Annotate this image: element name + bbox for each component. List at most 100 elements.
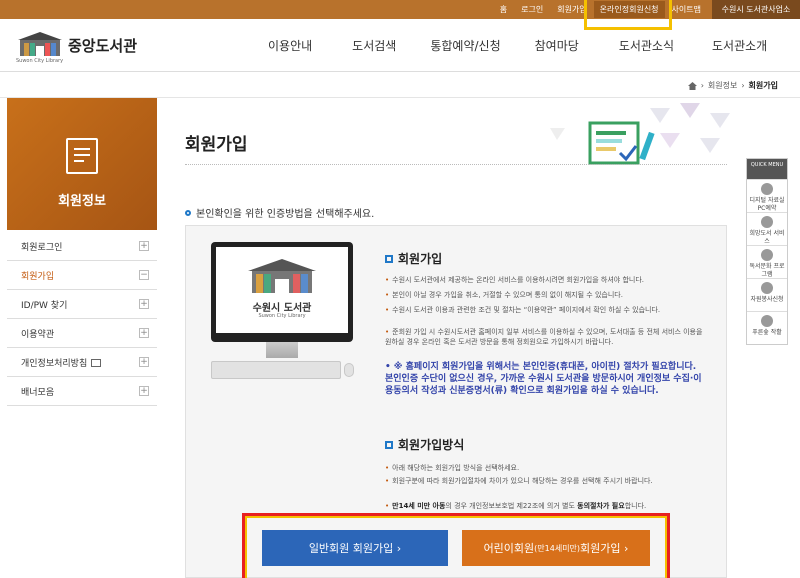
expand-icon: +	[139, 328, 149, 338]
book-icon	[761, 216, 773, 228]
section-title-text: 회원가입방식	[398, 438, 465, 452]
sidebar-item-label: 배너모음	[21, 387, 55, 398]
expand-icon: +	[139, 357, 149, 367]
list-item-text: 본인이 아닐 경우 가입을 취소, 거절할 수 있으며 통의 없이 해지될 수 …	[392, 291, 623, 299]
expand-icon: +	[139, 241, 149, 251]
branch-link[interactable]: 수원시 도서관사업소	[712, 0, 800, 19]
sidebar-header: 회원정보	[7, 98, 157, 230]
page-title: 회원가입	[185, 135, 248, 155]
program-icon	[761, 249, 773, 261]
auth-guide: 본인확인을 위한 인증방법을 선택해주세요.	[185, 205, 374, 220]
auth-notice-text: ※ 홈페이지 회원가입을 위해서는 본인인증(휴대폰, 아이핀) 절차가 필요합…	[385, 362, 702, 396]
child-button-age: (만14세미만)	[534, 543, 581, 553]
list-item-text: 준회원 가입 시 수원시도서관 홈페이지 일부 서비스를 이용하실 수 있으며,…	[385, 328, 703, 346]
login-link[interactable]: 로그인	[514, 4, 550, 15]
collapse-icon: −	[139, 270, 149, 280]
library-gate-icon	[248, 259, 316, 293]
list-item: • 아래 해당하는 회원가입 방식을 선택하세요.	[385, 464, 520, 472]
child-notice-text: 의 경우 개인정보보호법 제22조에 의거 별도	[445, 502, 575, 510]
sidebar-menu: 회원로그인 + 회원가입 − ID/PW 찾기 + 이용약관 + 개인정보처리방…	[7, 232, 157, 406]
child-notice-suffix: 합니다.	[624, 502, 647, 510]
sidebar-item-label: 회원로그인	[21, 242, 63, 253]
decorative-illustration	[550, 103, 730, 165]
top-utility-bar: 홈 로그인 회원가입 온라인정회원신청 사이트맵 수원시 도서관사업소	[0, 0, 800, 19]
list-item: • 수원시 도서관 이용과 관련한 조건 및 절차는 “이용약관” 페이지에서 확…	[385, 306, 661, 314]
bullet-circle-icon	[185, 209, 191, 216]
sidebar-item-privacy[interactable]: 개인정보처리방침 +	[7, 348, 157, 377]
section-signup-title: 회원가입	[385, 250, 442, 267]
sidebar-item-label: 이용약관	[21, 329, 55, 340]
monitor-subtitle: Suwon City Library	[258, 313, 306, 319]
sidebar-item-find-idpw[interactable]: ID/PW 찾기 +	[7, 290, 157, 319]
auth-guide-text: 본인확인을 위한 인증방법을 선택해주세요.	[196, 209, 375, 220]
list-item-text: 아래 해당하는 회원가입 방식을 선택하세요.	[392, 464, 520, 472]
section-method-title: 회원가입방식	[385, 436, 464, 453]
breadcrumb-separator: ›	[700, 81, 704, 90]
quick-item-label: 푸른숲 작활	[752, 329, 782, 336]
child-notice-prefix: 만14세 미만 아동	[392, 502, 446, 510]
sidebar-item-banners[interactable]: 배너모음 +	[7, 377, 157, 406]
quick-item-reading-program[interactable]: 독서문화 프로그램	[747, 245, 787, 278]
section-title-text: 회원가입	[398, 252, 443, 266]
list-item: • 수원시 도서관에서 제공하는 온라인 서비스를 이용하시려면 회원가입을 하셔…	[385, 276, 645, 284]
list-item: • 본인이 아닐 경우 가입을 취소, 거절할 수 있으며 통의 없이 해지될 수…	[385, 291, 623, 299]
list-item: • 준회원 가입 시 수원시도서관 홈페이지 일부 서비스를 이용하실 수 있으며…	[385, 328, 703, 346]
logo-subtitle: Suwon City Library	[16, 58, 64, 64]
bullet-square-icon	[385, 254, 393, 263]
nav-news[interactable]: 도서관소식	[619, 37, 674, 54]
library-gate-icon	[18, 32, 62, 56]
header: 중앙도서관 Suwon City Library 이용안내 도서검색 통합예약/…	[0, 19, 800, 72]
sidebar-item-label: 회원가입	[21, 271, 55, 282]
nav-reservation[interactable]: 통합예약/신청	[430, 37, 500, 54]
breadcrumb-member-info[interactable]: 회원정보	[708, 80, 737, 91]
monitor-title: 수원시 도서관	[252, 303, 312, 314]
auth-notice: • ※ 홈페이지 회원가입을 위해서는 본인인증(휴대폰, 아이핀) 절차가 필요…	[385, 362, 702, 396]
sidebar-item-login[interactable]: 회원로그인 +	[7, 232, 157, 261]
general-member-signup-button[interactable]: 일반회원 회원가입 ›	[262, 530, 448, 566]
list-item: • 회원구분에 따라 회원가입절차에 차이가 있으니 해당하는 경우를 선택해 주…	[385, 477, 653, 485]
list-item-text: 수원시 도서관에서 제공하는 온라인 서비스를 이용하시려면 회원가입을 하셔야…	[392, 276, 645, 284]
expand-icon: +	[139, 386, 149, 396]
keyboard	[211, 361, 341, 379]
breadcrumb-separator: ›	[741, 81, 745, 90]
list-item-text: 수원시 도서관 이용과 관련한 조건 및 절차는 “이용약관” 페이지에서 확인…	[392, 306, 661, 314]
quick-menu: QUICK MENU 디지털 자료실PC예약 희망도서 서비스 독서문화 프로그…	[746, 158, 788, 345]
nav-participation[interactable]: 참여마당	[535, 37, 579, 54]
heart-icon	[761, 282, 773, 294]
list-item-text: 회원구분에 따라 회원가입절차에 차이가 있으니 해당하는 경우를 선택해 주시…	[392, 477, 653, 485]
sidebar-item-terms[interactable]: 이용약관 +	[7, 319, 157, 348]
breadcrumb-current: 회원가입	[748, 81, 778, 90]
title-divider	[185, 164, 727, 165]
bullet-square-icon	[385, 440, 393, 449]
nav-book-search[interactable]: 도서검색	[352, 37, 396, 54]
home-link[interactable]: 홈	[493, 4, 514, 15]
monitor-illustration: 수원시 도서관 Suwon City Library	[211, 242, 354, 382]
quick-item-volunteer[interactable]: 자원봉사신청	[747, 278, 787, 311]
expand-icon: +	[139, 299, 149, 309]
logo[interactable]: 중앙도서관 Suwon City Library	[16, 30, 156, 66]
quick-item-green-forest[interactable]: 푸른숲 작활	[747, 311, 787, 344]
child-button-tail: 회원가입 ›	[580, 542, 629, 555]
nav-about[interactable]: 도서관소개	[712, 37, 767, 54]
quick-menu-title: QUICK MENU	[747, 159, 787, 179]
quick-item-label: 디지털 자료실PC예약	[749, 197, 785, 212]
child-notice: • 만14세 미만 아동의 경우 개인정보보호법 제22조에 의거 별도 동의절차…	[385, 502, 647, 510]
home-icon[interactable]	[687, 81, 697, 90]
quick-item-wish-book[interactable]: 희망도서 서비스	[747, 212, 787, 245]
mouse	[344, 363, 354, 377]
monitor-stand	[266, 342, 298, 358]
quick-item-label: 독서문화 프로그램	[749, 263, 785, 278]
quick-item-label: 자원봉사신청	[750, 296, 784, 303]
child-notice-emphasis: 동의절차가 필요	[577, 502, 625, 510]
child-member-signup-button[interactable]: 어린이회원 (만14세미만) 회원가입 ›	[462, 530, 650, 566]
quick-item-digital-pc[interactable]: 디지털 자료실PC예약	[747, 179, 787, 212]
nav-usage-guide[interactable]: 이용안내	[268, 37, 312, 54]
monitor-screen: 수원시 도서관 Suwon City Library	[211, 242, 353, 342]
external-link-icon	[91, 359, 102, 367]
computer-icon	[761, 183, 773, 195]
quick-item-label: 희망도서 서비스	[749, 230, 785, 245]
sidebar-item-signup[interactable]: 회원가입 −	[7, 261, 157, 290]
sidebar-item-label: 개인정보처리방침	[21, 358, 88, 369]
sidebar-item-label: ID/PW 찾기	[21, 300, 68, 311]
child-button-label: 어린이회원	[483, 542, 535, 555]
